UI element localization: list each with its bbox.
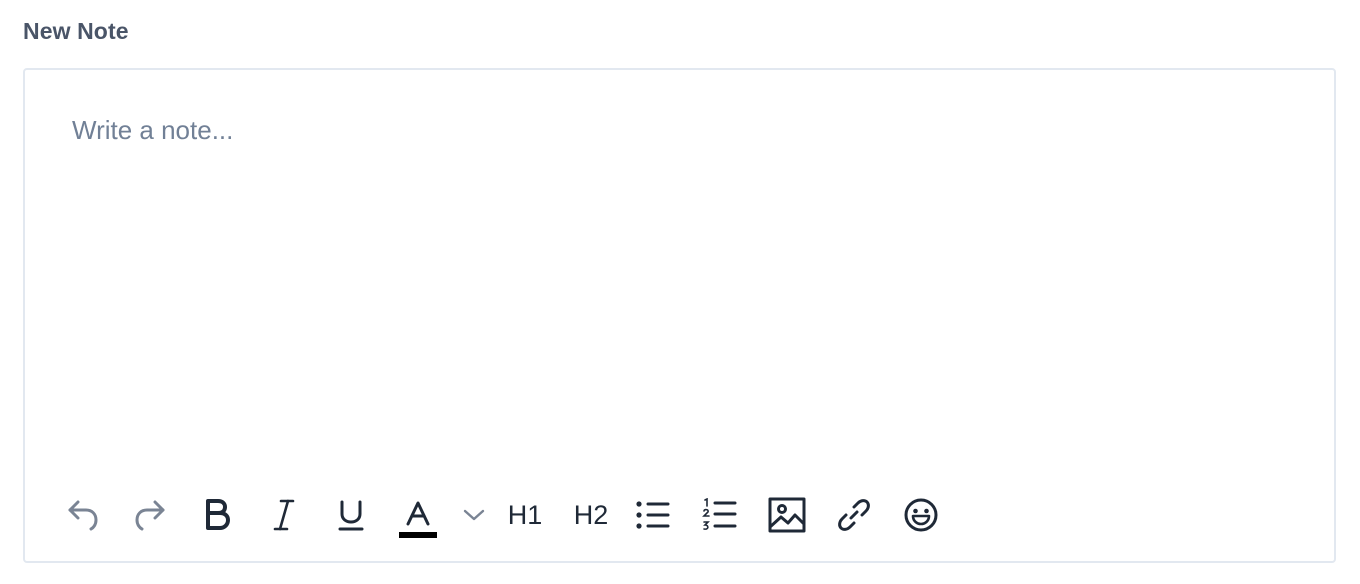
heading-2-label: H2 — [573, 499, 609, 530]
redo-icon — [135, 500, 165, 531]
text-color-swatch — [399, 532, 437, 538]
chevron-down-icon — [463, 509, 485, 521]
emoji-icon — [904, 498, 938, 532]
bullet-list-button[interactable] — [627, 490, 679, 540]
bullet-list-icon — [636, 501, 670, 529]
numbered-list-button[interactable] — [694, 490, 746, 540]
bold-button[interactable] — [191, 490, 243, 540]
underline-button[interactable] — [325, 490, 377, 540]
undo-icon — [68, 500, 98, 531]
text-color-dropdown[interactable] — [459, 490, 489, 540]
emoji-button[interactable] — [895, 490, 947, 540]
insert-link-button[interactable] — [828, 490, 880, 540]
undo-button[interactable] — [57, 490, 109, 540]
text-color-button[interactable] — [392, 490, 444, 540]
link-icon — [838, 499, 870, 531]
underline-icon — [338, 500, 364, 531]
note-title: New Note — [23, 18, 129, 44]
redo-button[interactable] — [124, 490, 176, 540]
italic-icon — [273, 499, 295, 531]
heading-1-label: H1 — [507, 499, 543, 530]
text-color-icon — [406, 501, 430, 526]
formatting-toolbar: H1 H2 — [57, 490, 962, 540]
bold-icon — [206, 499, 230, 530]
heading-1-button[interactable]: H1 — [495, 490, 555, 540]
note-editor[interactable]: Write a note... H1 H2 — [23, 68, 1336, 563]
italic-button[interactable] — [258, 490, 310, 540]
note-placeholder: Write a note... — [72, 115, 234, 145]
new-note-panel: New Note Write a note... H1 H2 — [23, 0, 1336, 584]
numbered-list-icon — [702, 498, 737, 530]
heading-2-button[interactable]: H2 — [561, 490, 621, 540]
insert-image-button[interactable] — [761, 490, 813, 540]
image-icon — [768, 497, 806, 533]
